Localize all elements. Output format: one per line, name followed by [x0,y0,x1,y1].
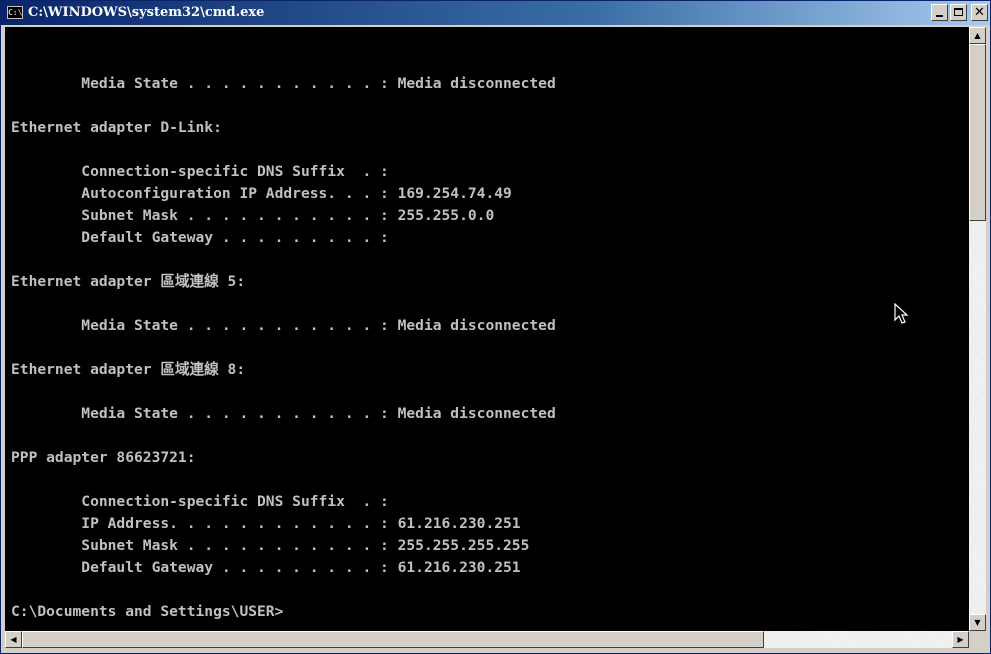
down-arrow-icon: ▼ [974,618,981,627]
left-arrow-icon: ◀ [10,635,17,644]
scroll-right-button[interactable]: ▶ [952,631,969,648]
console-line: Autoconfiguration IP Address. . . : 169.… [11,185,512,202]
maximize-icon [954,8,963,16]
console-lines: Media State . . . . . . . . . . . : Medi… [11,73,556,623]
close-icon: ✕ [974,5,985,20]
cmd-app-icon[interactable]: C:\ [7,6,23,19]
minimize-button[interactable] [931,4,948,21]
console-line: Connection-specific DNS Suffix . : [11,163,389,180]
scroll-up-button[interactable]: ▲ [969,27,986,44]
console-line: C:\Documents and Settings\USER> [11,603,284,620]
console-line: Connection-specific DNS Suffix . : [11,493,389,510]
console-line: Media State . . . . . . . . . . . : Medi… [11,75,556,92]
console-line: Subnet Mask . . . . . . . . . . . : 255.… [11,537,530,554]
up-arrow-icon: ▲ [974,31,981,40]
minimize-icon [936,15,943,17]
right-arrow-icon: ▶ [957,635,964,644]
mouse-cursor-icon [894,303,909,324]
horizontal-scroll-thumb[interactable] [22,631,764,648]
scroll-left-button[interactable]: ◀ [5,631,22,648]
cmd-window: C:\ C:\WINDOWS\system32\cmd.exe ✕ Media … [0,0,991,654]
console-line: IP Address. . . . . . . . . . . . : 61.2… [11,515,521,532]
scrollbar-corner [969,631,986,648]
console-line: Ethernet adapter 區域連線 5: [11,273,246,290]
console-line: Media State . . . . . . . . . . . : Medi… [11,317,556,334]
console-line: Ethernet adapter 區域連線 8: [11,361,246,378]
console-line: Ethernet adapter D-Link: [11,119,222,136]
horizontal-scrollbar[interactable]: ◀ ▶ [5,631,969,648]
console-line: PPP adapter 86623721: [11,449,196,466]
console-output[interactable]: Media State . . . . . . . . . . . : Medi… [5,27,969,631]
window-title: C:\WINDOWS\system32\cmd.exe [28,5,265,20]
title-bar[interactable]: C:\ C:\WINDOWS\system32\cmd.exe ✕ [1,1,990,25]
console-line: Default Gateway . . . . . . . . . : 61.2… [11,559,521,576]
console-line: Default Gateway . . . . . . . . . : [11,229,389,246]
close-button[interactable]: ✕ [971,4,988,21]
scroll-down-button[interactable]: ▼ [969,614,986,631]
vertical-scrollbar[interactable]: ▲ ▼ [969,27,986,631]
console-line: Media State . . . . . . . . . . . : Medi… [11,405,556,422]
vertical-scroll-thumb[interactable] [969,44,986,221]
console-line: Subnet Mask . . . . . . . . . . . : 255.… [11,207,495,224]
maximize-button[interactable] [950,4,967,21]
